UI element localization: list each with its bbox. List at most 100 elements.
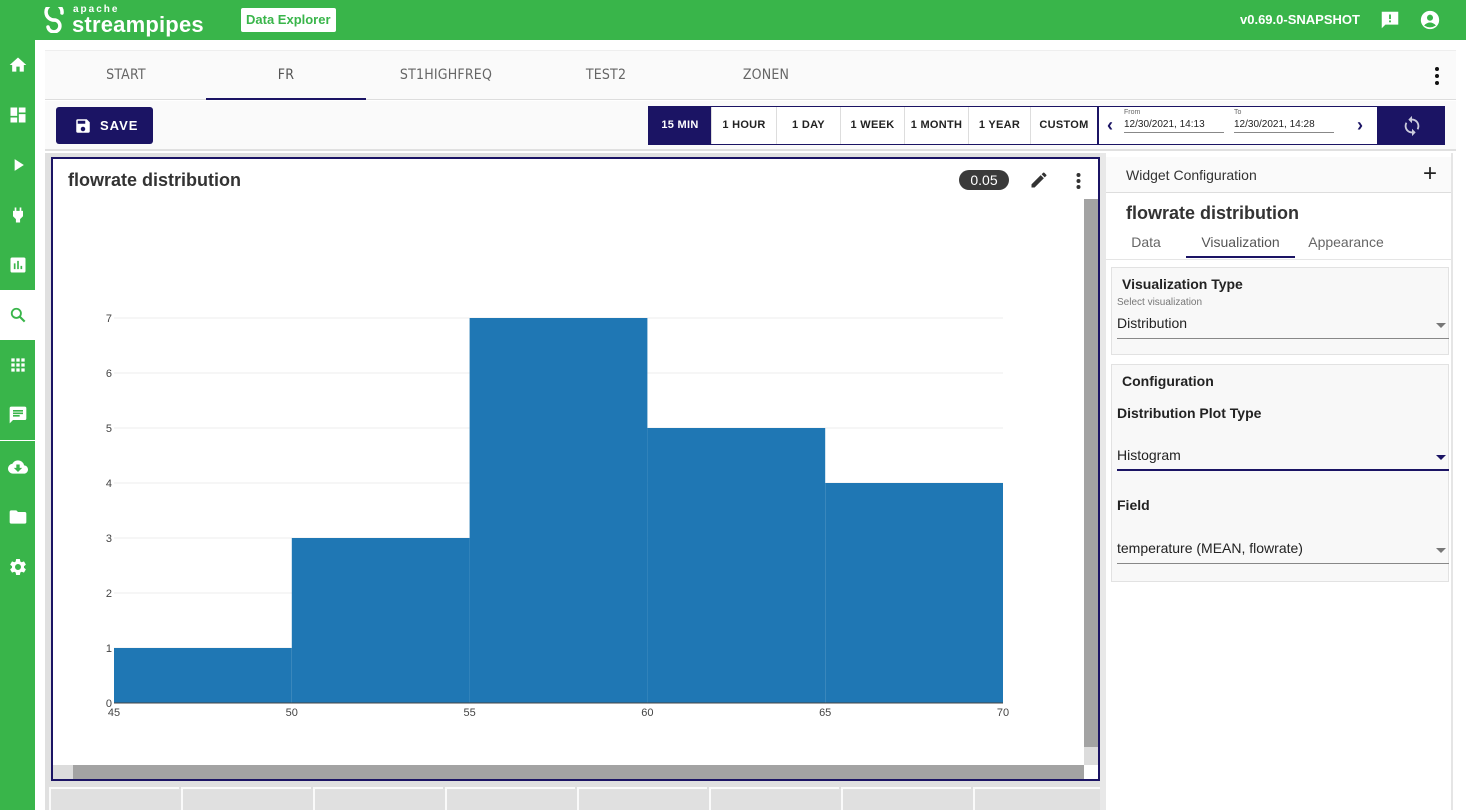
field-select-value: temperature (MEAN, flowrate)	[1117, 540, 1303, 556]
sidebar-item-files[interactable]	[0, 492, 35, 542]
main-content: START FR ST1HIGHFREQ TEST2 ZONEN SAVE 15…	[35, 40, 1466, 810]
histogram-chart: 0123456745 50 55 60 65 70	[106, 313, 1009, 719]
y-tick-label: 2	[106, 588, 112, 600]
home-icon	[9, 57, 26, 72]
sidebar-item-connect[interactable]	[0, 190, 35, 240]
sidebar-item-pipeline-editor[interactable]	[0, 90, 35, 140]
chevron-right-icon[interactable]: ›	[1357, 115, 1363, 136]
y-tick-label: 1	[106, 643, 112, 655]
x-tick-label: 50	[286, 707, 298, 719]
from-value[interactable]: 12/30/2021, 14:13	[1124, 119, 1224, 133]
configuration-title: Configuration	[1122, 373, 1214, 389]
visualization-type-title: Visualization Type	[1122, 276, 1243, 292]
date-range-box: ‹ From 12/30/2021, 14:13 To 12/30/2021, …	[1097, 106, 1378, 145]
histogram-bar	[647, 428, 826, 703]
message-icon	[9, 406, 26, 424]
tab-st1highfreq[interactable]: ST1HIGHFREQ	[366, 51, 526, 100]
field-select[interactable]: temperature (MEAN, flowrate)	[1117, 540, 1449, 564]
refresh-button[interactable]	[1378, 106, 1445, 145]
top-bar: apache streampipes Data Explorer v0.69.0…	[0, 0, 1466, 40]
horizontal-scroll-thumb[interactable]	[73, 765, 1084, 779]
apps-icon	[10, 358, 25, 372]
sidebar-item-dashboard[interactable]	[0, 240, 35, 290]
search-icon	[10, 307, 25, 323]
tab-test2[interactable]: TEST2	[526, 51, 686, 100]
range-1-year[interactable]: 1 YEAR	[969, 107, 1031, 144]
cloud-download-icon	[7, 460, 28, 474]
grid-cell	[181, 787, 311, 810]
visualization-type-card: Visualization Type Select visualization …	[1111, 267, 1449, 355]
range-1-month[interactable]: 1 MONTH	[905, 107, 969, 144]
horizontal-scrollbar[interactable]	[53, 765, 1084, 779]
dropdown-arrow-icon	[1436, 548, 1446, 553]
grid-cell	[973, 787, 1100, 810]
save-icon	[76, 118, 90, 133]
range-1-hour[interactable]: 1 HOUR	[712, 107, 777, 144]
streampipes-logo[interactable]: apache streampipes	[42, 4, 204, 36]
tab-fr[interactable]: FR	[206, 51, 366, 100]
time-range-selector: 15 MIN 1 HOUR 1 DAY 1 WEEK 1 MONTH 1 YEA…	[648, 106, 1098, 145]
tab-zonen[interactable]: ZONEN	[686, 51, 846, 100]
from-date-field[interactable]: From 12/30/2021, 14:13	[1124, 109, 1224, 133]
settings-icon	[9, 559, 26, 575]
sidebar-item-home[interactable]	[0, 40, 35, 90]
sidebar-item-install[interactable]	[0, 442, 35, 492]
tab-start[interactable]: START	[46, 51, 206, 100]
histogram-bar	[114, 648, 292, 703]
sidebar-item-configuration[interactable]	[0, 542, 35, 592]
sidebar	[0, 40, 35, 810]
select-visualization-label: Select visualization	[1117, 297, 1203, 308]
sidebar-item-data-explorer[interactable]	[0, 290, 35, 340]
x-tick-label: 60	[641, 707, 653, 719]
sidebar-item-pipelines[interactable]	[0, 140, 35, 190]
toolbar: SAVE 15 MIN 1 HOUR 1 DAY 1 WEEK 1 MONTH …	[45, 101, 1456, 151]
to-value[interactable]: 12/30/2021, 14:28	[1234, 119, 1334, 133]
plot-type-select[interactable]: Histogram	[1117, 447, 1449, 471]
panel-border	[1451, 153, 1453, 810]
save-button[interactable]: SAVE	[56, 107, 153, 144]
y-tick-label: 5	[106, 423, 112, 435]
config-tab-data[interactable]: Data	[1126, 234, 1166, 258]
tabs-divider	[1106, 259, 1451, 260]
dashboard-grid: flowrate distribution 0.05 0 1 2 3 4 5 6 7 45 50 5…	[45, 153, 1100, 810]
grid-cell	[709, 787, 839, 810]
sidebar-item-apps[interactable]	[0, 340, 35, 390]
chevron-left-icon[interactable]: ‹	[1107, 115, 1113, 136]
version-label: v0.69.0-SNAPSHOT	[1240, 12, 1360, 27]
add-icon[interactable]: +	[1423, 162, 1437, 186]
plot-type-value: Histogram	[1117, 447, 1181, 463]
to-label: To	[1234, 109, 1242, 116]
feedback-icon[interactable]	[1379, 9, 1401, 31]
histogram-widget[interactable]: flowrate distribution 0.05 0 1 2 3 4 5 6 7 45 50 5…	[51, 157, 1100, 781]
y-tick-label: 7	[106, 313, 112, 325]
grid-cell	[445, 787, 575, 810]
vertical-scrollbar[interactable]	[1084, 199, 1098, 765]
range-custom[interactable]: CUSTOM	[1031, 107, 1097, 144]
vertical-scroll-thumb[interactable]	[1084, 199, 1098, 747]
logo-icon	[44, 7, 64, 33]
range-15-min[interactable]: 15 MIN	[649, 107, 712, 144]
grid-cell	[49, 787, 179, 810]
grid-cell	[841, 787, 971, 810]
field-label: Field	[1117, 497, 1150, 513]
range-1-day[interactable]: 1 DAY	[777, 107, 841, 144]
save-label: SAVE	[100, 118, 139, 133]
page-title-badge: Data Explorer	[241, 8, 336, 32]
config-tab-visualization[interactable]: Visualization	[1186, 234, 1295, 258]
sidebar-item-notifications[interactable]	[0, 390, 35, 440]
visualization-select[interactable]: Distribution	[1117, 315, 1449, 339]
folder-icon	[9, 510, 26, 524]
to-date-field[interactable]: To 12/30/2021, 14:28	[1234, 109, 1334, 133]
range-1-week[interactable]: 1 WEEK	[841, 107, 905, 144]
more-vert-icon[interactable]	[1434, 65, 1440, 87]
account-icon[interactable]	[1419, 9, 1441, 31]
dashboard-icon	[10, 107, 25, 123]
histogram-bar	[291, 538, 470, 703]
plug-icon	[12, 207, 23, 223]
bar-chart-icon	[10, 257, 25, 273]
histogram-bar	[825, 483, 1003, 703]
config-tab-appearance[interactable]: Appearance	[1302, 234, 1390, 258]
histogram-bar	[469, 318, 648, 703]
logo-name-text: streampipes	[72, 11, 204, 37]
y-tick-label: 4	[106, 478, 112, 490]
